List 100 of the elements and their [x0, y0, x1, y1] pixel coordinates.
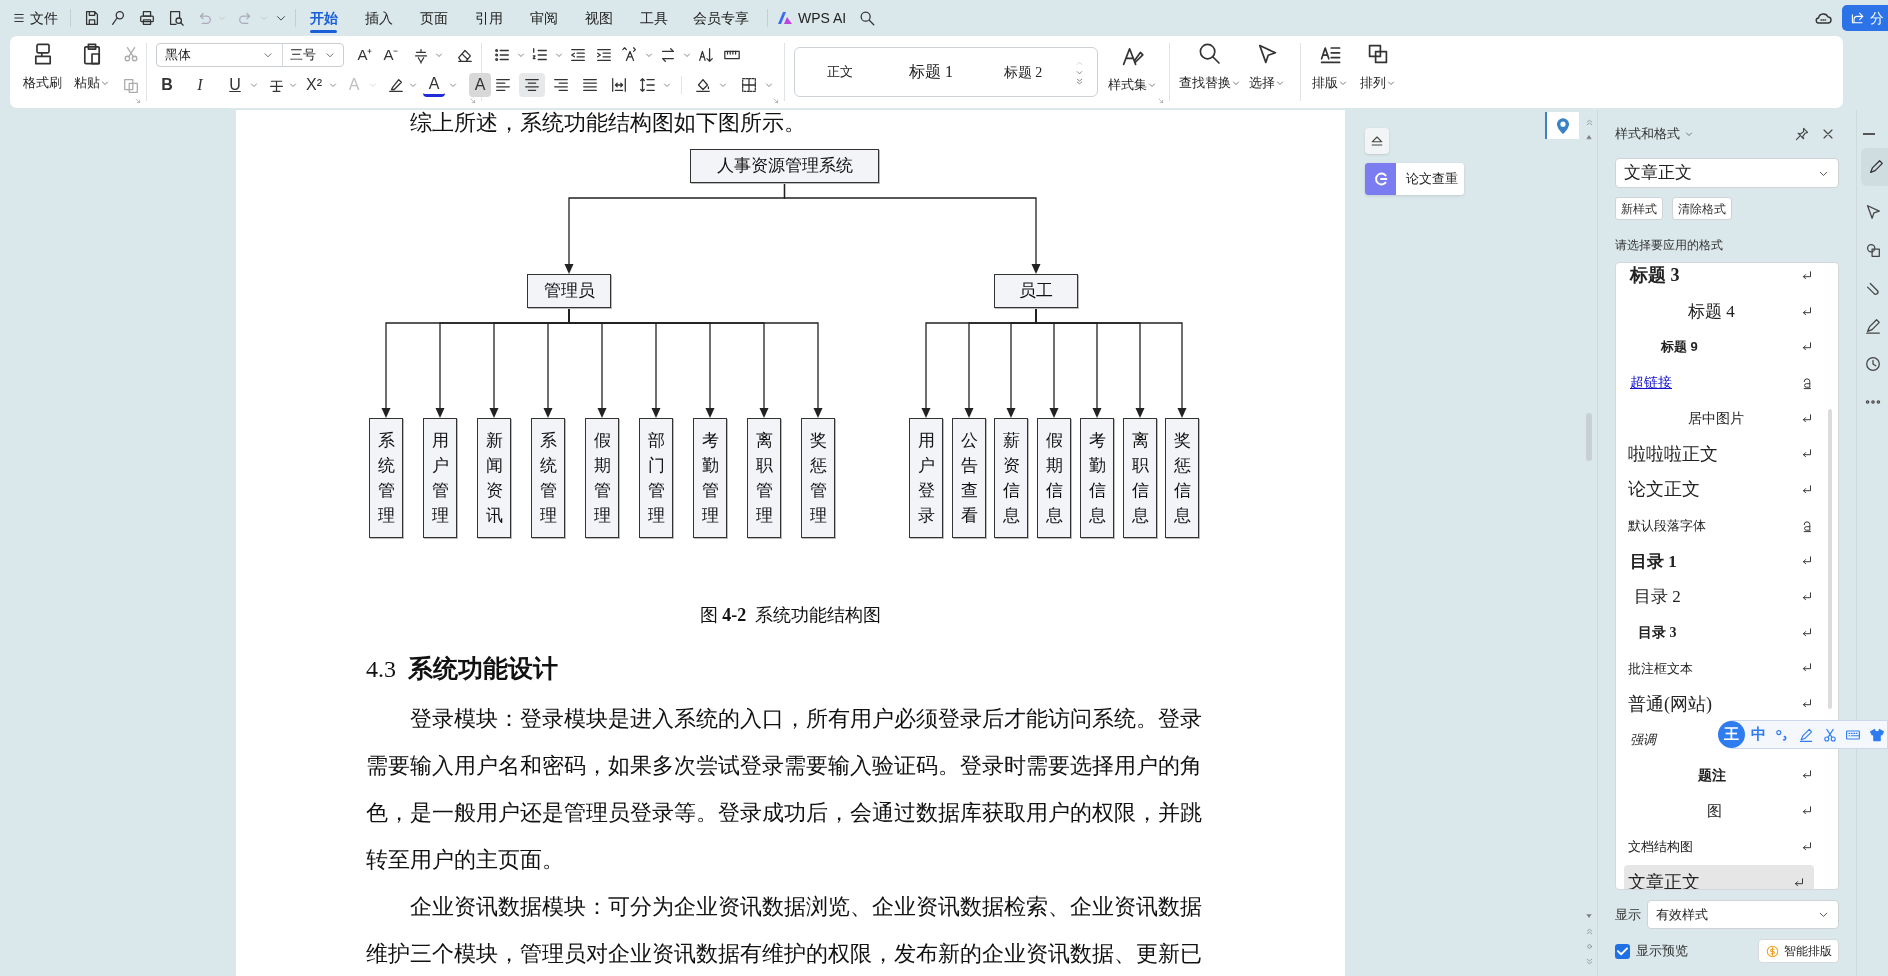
show-filter-dropdown[interactable]: 有效样式 — [1647, 900, 1839, 929]
style-list-item[interactable]: 目录 3 — [1616, 614, 1822, 651]
caret-icon — [644, 50, 654, 60]
font-name-dropdown[interactable]: 黑体 — [157, 44, 283, 66]
check-logo-icon — [1365, 163, 1396, 195]
menu-tab[interactable]: 视图 — [571, 0, 626, 36]
style-list-item[interactable]: 普通(网站) — [1616, 686, 1822, 722]
panel-title-dropdown[interactable]: 样式和格式 — [1615, 124, 1694, 144]
diagram-node: 系统管理 — [531, 418, 565, 538]
menu-tab[interactable]: 工具 — [626, 0, 681, 36]
arrange-button[interactable]: 排列 — [1355, 36, 1401, 104]
launcher-icon — [1157, 97, 1165, 105]
superscript-button[interactable]: X² — [303, 73, 325, 97]
current-style-dropdown[interactable]: 文章正文 — [1615, 158, 1839, 188]
diagram-node: 员工 — [994, 274, 1078, 308]
italic-button[interactable]: I — [189, 73, 211, 97]
smart-layout-button[interactable]: 智能排版 — [1758, 939, 1839, 963]
checkmark-icon — [1617, 946, 1628, 956]
launcher-icon — [469, 97, 477, 105]
diagram-node: 假期管理 — [585, 418, 619, 538]
ime-mode-button[interactable]: 中 — [1748, 723, 1769, 746]
character-shading-button[interactable]: A — [469, 73, 491, 97]
scroll-thumb[interactable] — [1586, 413, 1592, 461]
style-list-item[interactable]: 批注框文本 — [1616, 650, 1822, 687]
prompt-label: 请选择要应用的格式 — [1615, 237, 1724, 253]
caret-icon — [718, 80, 728, 90]
caret-icon — [554, 50, 564, 60]
paste-button[interactable]: 粘贴 — [67, 36, 117, 104]
style-list-item[interactable]: 标题 3 — [1616, 263, 1822, 294]
style-list-item[interactable]: 题注 — [1616, 757, 1822, 794]
caret-icon — [288, 80, 298, 90]
side-tool-button[interactable] — [1861, 147, 1888, 186]
style-list-item[interactable]: 图 — [1616, 793, 1822, 829]
search-icon — [1198, 42, 1222, 66]
coin-icon — [1765, 943, 1780, 959]
figure-caption: 图 4-2 系统功能结构图 — [698, 604, 883, 627]
style-list-item[interactable]: 居中图片 — [1616, 400, 1822, 437]
scroll-thumb[interactable] — [1828, 409, 1832, 709]
diagram-node: 人事资源管理系统 — [690, 149, 879, 183]
preview-checkbox[interactable] — [1615, 943, 1630, 959]
diagram-node: 考勤信息 — [1080, 418, 1114, 538]
underline-button[interactable]: U — [224, 73, 246, 97]
shrink-font-button[interactable]: A⁻ — [378, 43, 404, 67]
menu-tab[interactable]: 审阅 — [516, 0, 571, 36]
format-painter-button[interactable]: 格式刷 — [18, 36, 68, 104]
scroll-up-icon — [1585, 133, 1593, 141]
style-list-item[interactable]: 啦啦啦正文 — [1616, 436, 1822, 473]
style-option[interactable]: 标题 1 — [885, 52, 977, 92]
caret-icon — [662, 80, 672, 90]
plagiarism-check-button[interactable]: 论文查重 — [1365, 163, 1464, 195]
clear-format-button[interactable]: 清除格式 — [1672, 197, 1732, 220]
menu-tab[interactable]: 开始 — [296, 0, 351, 36]
diagram-node: 部门管理 — [639, 418, 673, 538]
share-button[interactable]: 分 — [1842, 5, 1888, 31]
font-size-dropdown[interactable]: 三号 — [283, 44, 343, 66]
bold-button[interactable]: B — [156, 73, 178, 97]
menu-tab[interactable]: 页面 — [406, 0, 461, 36]
align-center-icon[interactable] — [519, 73, 545, 97]
caret-icon — [328, 80, 338, 90]
style-set-button[interactable]: 样式集 — [1102, 38, 1162, 106]
paragraph-text: 综上所述，系统功能结构图如下图所示。 — [409, 110, 806, 136]
caret-icon — [1684, 129, 1694, 139]
select-button[interactable]: 选择 — [1244, 36, 1290, 104]
style-list-item[interactable]: 目录 1 — [1616, 543, 1822, 580]
diagram-node: 离职信息 — [1123, 418, 1157, 538]
layout-button[interactable]: 排版 — [1307, 36, 1353, 104]
location-button[interactable] — [1545, 112, 1579, 139]
previous-page-icon — [1584, 118, 1594, 127]
grow-font-button[interactable]: A⁺ — [352, 43, 378, 67]
style-list-item[interactable]: 目录 2 — [1616, 579, 1822, 615]
previous-page-icon — [1584, 927, 1594, 936]
diagram-node: 公告查看 — [952, 418, 986, 538]
collapse-button[interactable] — [1365, 128, 1389, 154]
style-list-item[interactable]: 文档结构图 — [1616, 829, 1822, 865]
style-list-item[interactable]: 标题 9 — [1616, 329, 1822, 366]
diagram-node: 奖惩管理 — [801, 418, 835, 538]
menu-tab[interactable]: 会员专享 — [681, 0, 761, 36]
caret-icon — [764, 80, 774, 90]
style-list-item[interactable]: 超链接 — [1616, 365, 1822, 401]
diagram-node: 管理员 — [527, 274, 611, 308]
style-option[interactable]: 正文 — [795, 52, 885, 92]
expand-gallery-icon — [1075, 76, 1084, 86]
file-menu[interactable]: 文件 — [10, 5, 60, 31]
wps-ai-button[interactable]: WPS AI — [778, 5, 847, 31]
share-icon — [1850, 10, 1866, 26]
new-style-button[interactable]: 新样式 — [1615, 197, 1663, 220]
section-heading: 系统功能设计 — [408, 653, 558, 686]
menu-tab[interactable]: 引用 — [461, 0, 516, 36]
style-option[interactable]: 标题 2 — [977, 52, 1069, 92]
diagram-node: 考勤管理 — [693, 418, 727, 538]
style-list-item[interactable]: 默认段落字体 — [1616, 507, 1822, 544]
style-list-item[interactable]: 论文正文 — [1616, 472, 1822, 508]
section-number: 4.3 — [366, 655, 396, 684]
browse-object-icon — [1584, 942, 1594, 951]
ai-logo-icon — [778, 12, 792, 24]
font-color-button[interactable]: A — [423, 73, 445, 97]
style-list-item[interactable]: 标题 4 — [1616, 293, 1822, 330]
menu-tab[interactable]: 插入 — [351, 0, 406, 36]
paragraph-text: 登录模块：登录模块是进入系统的入口，所有用户必须登录后才能访问系统。登录需要输入用户名和密码，如果多次尝试登录需要输入验证码。登录时需要选择用户的角色，是一般用户还是管理员登录等。登录成功后，会通过数据库获取用户的权限，并跳转至用户的主页面。 — [366, 705, 1202, 874]
find-replace-button[interactable]: 查找替换 — [1176, 36, 1244, 104]
